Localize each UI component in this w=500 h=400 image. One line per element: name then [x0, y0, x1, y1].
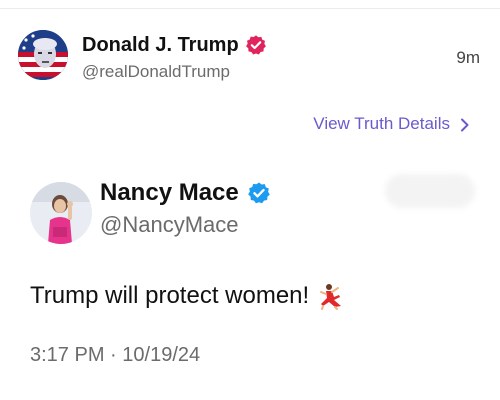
blurred-overlay	[385, 174, 475, 208]
post-header: Donald J. Trump @realDonaldTrump 9m	[18, 30, 488, 84]
quoted-post-datetime: 3:17 PM · 10/19/24	[30, 344, 200, 367]
author-name[interactable]: Donald J. Trump	[82, 34, 239, 57]
quoted-author-handle[interactable]: @NancyMace	[100, 212, 239, 238]
quoted-avatar-image	[30, 182, 92, 244]
quoted-author-name[interactable]: Nancy Mace	[100, 179, 239, 207]
top-divider	[0, 8, 500, 9]
quoted-post-body: Trump will protect women!	[30, 282, 310, 309]
quoted-avatar[interactable]	[30, 182, 92, 244]
post-timestamp: 9m	[456, 48, 480, 67]
quoted-post-text: Trump will protect women!	[30, 282, 345, 310]
avatar-image	[18, 30, 68, 80]
meta-separator: ·	[110, 344, 123, 366]
view-details-label: View Truth Details	[313, 114, 450, 133]
verified-badge-icon	[247, 181, 271, 205]
avatar[interactable]	[18, 30, 68, 80]
quoted-author-row: Nancy Mace	[100, 178, 271, 208]
author-handle[interactable]: @realDonaldTrump	[82, 62, 230, 82]
view-details-link[interactable]: View Truth Details	[313, 114, 470, 134]
quoted-post[interactable]: Nancy Mace @NancyMace Trump will protect…	[30, 174, 475, 384]
quoted-post-time: 3:17 PM	[30, 344, 105, 366]
quoted-post-date: 10/19/24	[122, 344, 201, 366]
woman-dancing-icon	[317, 282, 345, 310]
author-name-row: Donald J. Trump	[82, 32, 267, 58]
chevron-right-icon	[460, 117, 470, 132]
verified-badge-icon	[245, 34, 267, 56]
